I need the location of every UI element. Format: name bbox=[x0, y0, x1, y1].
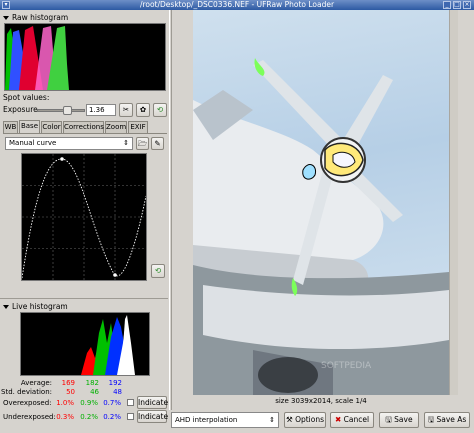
curve-plot[interactable] bbox=[21, 154, 147, 280]
edit-icon: ✎ bbox=[154, 139, 161, 148]
save-button[interactable]: 🖫 Save bbox=[379, 412, 419, 428]
open-curve-button[interactable]: 🗁 bbox=[136, 137, 149, 150]
reset-curve-button[interactable]: ⟲ bbox=[151, 264, 165, 278]
separator bbox=[0, 298, 168, 299]
overexposed-blue: 0.7% bbox=[103, 399, 121, 407]
tab-divider bbox=[3, 133, 167, 134]
curve-anchor-point bbox=[113, 273, 117, 277]
live-histogram-header[interactable]: Live histogram bbox=[3, 302, 68, 311]
curve-editor[interactable] bbox=[21, 153, 147, 281]
reset-icon: ⟲ bbox=[154, 266, 162, 275]
average-label: Average: bbox=[20, 379, 52, 387]
options-button[interactable]: ⚒ Options bbox=[284, 412, 326, 428]
tab-exif-label: EXIF bbox=[130, 123, 146, 131]
indicate-label: Indicate bbox=[138, 412, 169, 421]
preview-status: size 3039x2014, scale 1/4 bbox=[275, 397, 367, 405]
raw-histogram bbox=[4, 23, 166, 91]
live-histogram-plot bbox=[81, 315, 135, 375]
exposure-spinbox[interactable]: 1.36 bbox=[86, 104, 116, 116]
live-histogram-label: Live histogram bbox=[12, 302, 68, 311]
indicate-underexposed-button[interactable]: Indicate bbox=[137, 410, 169, 423]
pane-splitter[interactable] bbox=[169, 10, 172, 410]
options-icon: ⚒ bbox=[285, 415, 293, 424]
minimize-icon[interactable]: _ bbox=[443, 1, 451, 9]
spot-values-label: Spot values: bbox=[3, 93, 50, 102]
cancel-button[interactable]: ✖ Cancel bbox=[330, 412, 374, 428]
dropdown-arrow-icon: ⇕ bbox=[123, 139, 129, 147]
save-as-icon: 🖫 bbox=[427, 415, 435, 424]
reset-icon: ⟲ bbox=[156, 105, 164, 114]
exposure-slider[interactable] bbox=[37, 106, 85, 115]
underexposed-checkbox[interactable] bbox=[127, 413, 134, 420]
curve-select-value: Manual curve bbox=[9, 139, 57, 147]
overexposed-label: Overexposed: bbox=[3, 399, 52, 407]
save-as-label: Save As bbox=[436, 415, 467, 424]
tab-corrections-label: Corrections bbox=[64, 123, 104, 131]
tab-color-label: Color bbox=[42, 123, 61, 131]
interpolation-select[interactable]: AHD interpolation ⇕ bbox=[171, 412, 279, 428]
std-label: Std. deviation: bbox=[1, 388, 52, 396]
indicate-label: Indicate bbox=[138, 398, 169, 407]
maximize-icon[interactable]: □ bbox=[453, 1, 461, 9]
tab-corrections[interactable]: Corrections bbox=[63, 121, 104, 133]
average-green: 182 bbox=[85, 379, 99, 387]
std-blue: 48 bbox=[113, 388, 122, 396]
image-preview[interactable]: SOFTPEDIA bbox=[193, 10, 449, 395]
save-curve-button[interactable]: ✎ bbox=[151, 137, 164, 150]
close-icon[interactable]: × bbox=[463, 1, 471, 9]
tab-zoom[interactable]: Zoom bbox=[105, 121, 127, 133]
scissors-icon: ✂ bbox=[122, 105, 130, 114]
tab-base-label: Base bbox=[20, 122, 39, 130]
raw-histogram-header[interactable]: Raw histogram bbox=[3, 13, 68, 22]
average-red: 169 bbox=[61, 379, 75, 387]
raw-histogram-plot bbox=[5, 26, 69, 90]
folder-icon: 🗁 bbox=[137, 139, 148, 148]
save-label: Save bbox=[394, 415, 413, 424]
curve-anchor-point bbox=[60, 157, 64, 161]
curve-select[interactable]: Manual curve ⇕ bbox=[5, 137, 133, 150]
overexposed-checkbox[interactable] bbox=[127, 399, 134, 406]
reset-exposure-button[interactable]: ⟲ bbox=[153, 103, 167, 117]
tab-wb-label: WB bbox=[4, 123, 17, 131]
cancel-icon: ✖ bbox=[334, 415, 342, 424]
window-menu-icon[interactable]: ▾ bbox=[2, 1, 10, 9]
window-titlebar: /root/Desktop/_DSC0336.NEF - UFRaw Photo… bbox=[0, 0, 474, 10]
std-red: 50 bbox=[66, 388, 75, 396]
tab-zoom-label: Zoom bbox=[106, 123, 127, 131]
average-blue: 192 bbox=[108, 379, 122, 387]
window-title: /root/Desktop/_DSC0336.NEF - UFRaw Photo… bbox=[139, 0, 335, 9]
tab-wb[interactable]: WB bbox=[3, 121, 18, 133]
options-label: Options bbox=[295, 415, 325, 424]
raw-histogram-label: Raw histogram bbox=[12, 13, 69, 22]
expander-arrow-icon bbox=[3, 16, 9, 20]
exposure-label: Exposure bbox=[3, 105, 38, 114]
watermark: SOFTPEDIA bbox=[321, 361, 372, 371]
overexposed-red: 1.0% bbox=[56, 399, 74, 407]
dropdown-arrow-icon: ⇕ bbox=[269, 416, 275, 424]
expander-arrow-icon bbox=[3, 305, 9, 309]
exposure-value: 1.36 bbox=[89, 106, 105, 114]
auto-exposure-button[interactable]: ✂ bbox=[119, 103, 133, 117]
save-as-button[interactable]: 🖫 Save As bbox=[424, 412, 470, 428]
save-icon: 🖫 bbox=[385, 415, 392, 424]
aircraft-photo: SOFTPEDIA bbox=[193, 58, 449, 395]
std-green: 46 bbox=[90, 388, 99, 396]
underexposed-blue: 0.2% bbox=[103, 413, 121, 421]
live-histogram bbox=[20, 312, 150, 376]
underexposed-label: Underexposed: bbox=[3, 413, 56, 421]
preview-scrollbar[interactable] bbox=[449, 10, 458, 395]
overexposed-green: 0.9% bbox=[80, 399, 98, 407]
underexposed-green: 0.2% bbox=[80, 413, 98, 421]
interpolation-value: AHD interpolation bbox=[175, 416, 238, 424]
tab-color[interactable]: Color bbox=[41, 121, 62, 133]
exposure-mode-button[interactable]: ✿ bbox=[136, 103, 150, 117]
underexposed-red: 0.3% bbox=[56, 413, 74, 421]
exposure-slider-thumb[interactable] bbox=[62, 106, 72, 115]
tab-base[interactable]: Base bbox=[19, 120, 40, 133]
indicate-overexposed-button[interactable]: Indicate bbox=[137, 396, 169, 409]
cancel-label: Cancel bbox=[343, 415, 370, 424]
restore-details-icon: ✿ bbox=[139, 105, 147, 114]
tab-exif[interactable]: EXIF bbox=[128, 121, 148, 133]
